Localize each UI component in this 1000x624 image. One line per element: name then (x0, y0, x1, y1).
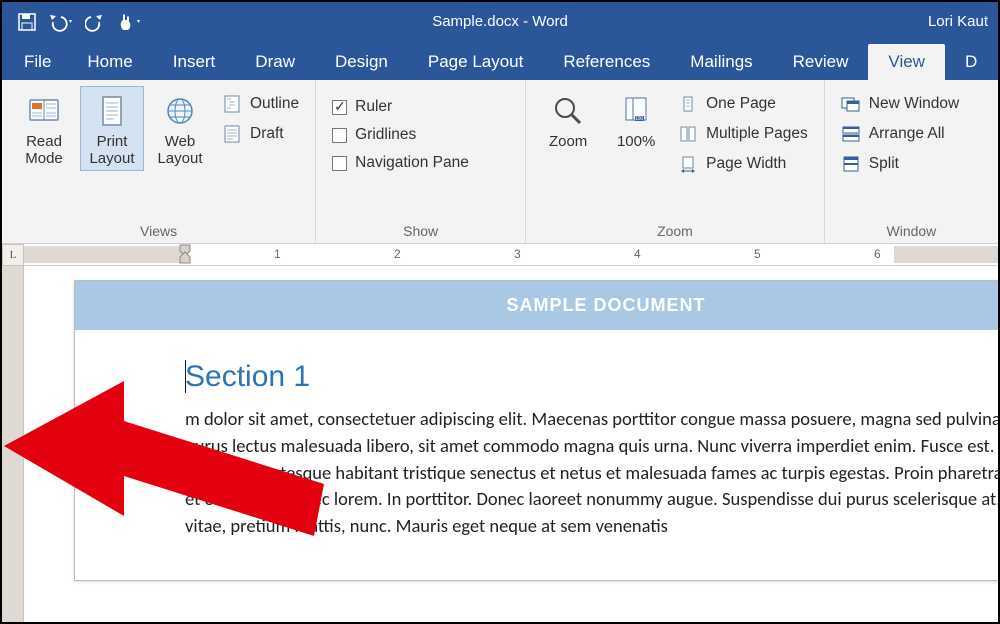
tab-file[interactable]: File (8, 44, 67, 80)
one-page-button[interactable]: One Page (672, 90, 814, 118)
gridlines-checkbox[interactable]: Gridlines (326, 122, 475, 148)
read-mode-label: Read Mode (25, 133, 63, 168)
title-bar: Sample.docx - Word Lori Kaut (2, 2, 998, 42)
web-layout-label: Web Layout (157, 133, 202, 168)
redo-button[interactable] (78, 5, 112, 39)
new-window-icon (841, 94, 861, 114)
tab-review[interactable]: Review (773, 44, 869, 80)
ruler-checkbox[interactable]: Ruler (326, 94, 475, 120)
tab-home[interactable]: Home (67, 44, 152, 80)
touch-mode-button[interactable] (112, 5, 146, 39)
print-layout-button[interactable]: Print Layout (80, 86, 144, 171)
indent-marker-icon[interactable] (178, 243, 192, 265)
hundred-label: 100% (617, 133, 655, 150)
horizontal-ruler[interactable]: 1 2 3 4 5 6 (24, 244, 998, 265)
outline-label: Outline (250, 95, 299, 113)
tab-draw[interactable]: Draw (235, 44, 315, 80)
group-views: Read Mode Print Layout Web Layout Outlin… (2, 80, 316, 243)
hundred-percent-button[interactable]: 100 100% (604, 86, 668, 178)
ruler-num: 6 (874, 247, 881, 261)
undo-button[interactable] (44, 5, 78, 39)
vertical-ruler[interactable] (2, 266, 24, 622)
user-name: Lori Kaut (928, 2, 988, 42)
one-page-label: One Page (706, 95, 776, 113)
ruler-num: 5 (754, 247, 761, 261)
ruler-num: 2 (394, 247, 401, 261)
checkbox-icon (332, 156, 347, 171)
tab-design[interactable]: Design (315, 44, 408, 80)
outline-icon (222, 94, 242, 114)
document-page[interactable]: SAMPLE DOCUMENT Section 1 m dolor sit am… (74, 280, 998, 581)
multi-page-label: Multiple Pages (706, 125, 808, 143)
draft-view-button[interactable]: Draft (216, 120, 305, 148)
one-page-icon (678, 94, 698, 114)
print-layout-label: Print Layout (89, 133, 134, 168)
multi-page-icon (678, 124, 698, 144)
show-group-label: Show (326, 220, 515, 241)
ruler-row: L 1 2 3 4 5 6 (2, 244, 998, 266)
ruler-num: 1 (274, 247, 281, 261)
zoom-label: Zoom (549, 133, 587, 150)
window-group-label: Window (835, 220, 988, 241)
group-show: Ruler Gridlines Navigation Pane Show (316, 80, 526, 243)
tab-references[interactable]: References (543, 44, 670, 80)
zoom-button[interactable]: Zoom (536, 86, 600, 178)
svg-text:100: 100 (635, 116, 644, 122)
tab-page-layout[interactable]: Page Layout (408, 44, 543, 80)
document-header-band: SAMPLE DOCUMENT (75, 281, 998, 330)
tab-mailings[interactable]: Mailings (670, 44, 772, 80)
checkbox-icon (332, 128, 347, 143)
tab-more[interactable]: D (945, 44, 997, 80)
ruler-label: Ruler (355, 98, 392, 116)
ribbon-tabs: File Home Insert Draw Design Page Layout… (2, 42, 998, 80)
draft-label: Draft (250, 125, 284, 143)
nav-label: Navigation Pane (355, 154, 469, 172)
split-label: Split (869, 155, 899, 173)
section-heading: Section 1 (185, 360, 998, 394)
document-body-text: m dolor sit amet, consectetuer adipiscin… (185, 406, 998, 540)
new-window-button[interactable]: New Window (835, 90, 965, 118)
checkbox-icon (332, 100, 347, 115)
ribbon: Read Mode Print Layout Web Layout Outlin… (2, 80, 998, 244)
gridlines-label: Gridlines (355, 126, 416, 144)
draft-icon (222, 124, 242, 144)
tab-selector[interactable]: L (2, 244, 24, 266)
arrange-all-button[interactable]: Arrange All (835, 120, 965, 148)
group-zoom: Zoom 100 100% One Page Multiple Pages Pa… (526, 80, 825, 243)
read-mode-button[interactable]: Read Mode (12, 86, 76, 171)
split-button[interactable]: Split (835, 150, 965, 178)
views-group-label: Views (12, 220, 305, 241)
split-icon (841, 154, 861, 174)
web-layout-button[interactable]: Web Layout (148, 86, 212, 171)
page-width-icon (678, 154, 698, 174)
tab-view[interactable]: View (868, 44, 945, 80)
zoom-group-label: Zoom (536, 220, 814, 241)
multiple-pages-button[interactable]: Multiple Pages (672, 120, 814, 148)
tab-insert[interactable]: Insert (153, 44, 236, 80)
outline-view-button[interactable]: Outline (216, 90, 305, 118)
ruler-num: 4 (634, 247, 641, 261)
page-width-button[interactable]: Page Width (672, 150, 814, 178)
page-width-label: Page Width (706, 155, 786, 173)
window-title: Sample.docx - Word (432, 2, 568, 42)
group-window: New Window Arrange All Split Window (825, 80, 998, 243)
arrange-icon (841, 124, 861, 144)
navigation-pane-checkbox[interactable]: Navigation Pane (326, 150, 475, 176)
new-window-label: New Window (869, 95, 959, 113)
document-area: SAMPLE DOCUMENT Section 1 m dolor sit am… (24, 266, 998, 622)
ruler-num: 3 (514, 247, 521, 261)
save-button[interactable] (10, 5, 44, 39)
arrange-label: Arrange All (869, 125, 945, 143)
